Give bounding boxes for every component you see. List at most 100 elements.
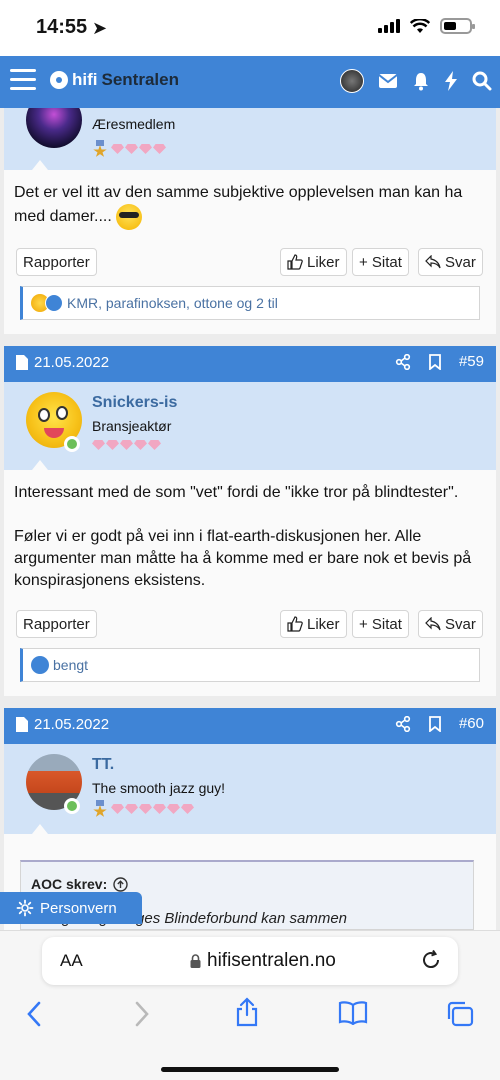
reply-button[interactable]: Svar bbox=[418, 248, 483, 276]
gem-icon bbox=[111, 804, 124, 814]
online-indicator bbox=[64, 436, 80, 452]
gem-icon bbox=[139, 144, 152, 154]
battery-icon bbox=[440, 18, 475, 34]
tabs-icon[interactable] bbox=[446, 1001, 474, 1027]
lightning-icon[interactable] bbox=[444, 71, 458, 91]
reactions-bar[interactable]: bengt bbox=[20, 648, 480, 682]
like-button[interactable]: Liker bbox=[280, 610, 347, 638]
post-number[interactable]: #60 bbox=[459, 715, 484, 732]
gem-icon bbox=[167, 804, 180, 814]
address-bar[interactable]: AA hifisentralen.no bbox=[42, 937, 458, 985]
site-header: hifi Sentralen bbox=[0, 56, 500, 108]
post-actions: #60 bbox=[395, 715, 484, 732]
logo-disc-icon bbox=[50, 71, 68, 89]
wifi-icon bbox=[410, 18, 430, 33]
post-header: 21.05.2022 #59 bbox=[4, 346, 496, 382]
thread-content[interactable]: Æresmedlem Det er vel itt av den samme s… bbox=[0, 108, 500, 930]
online-indicator bbox=[64, 798, 80, 814]
share-icon[interactable] bbox=[395, 715, 411, 732]
arrow-up-circle-icon[interactable] bbox=[113, 876, 128, 892]
status-bar: 14:55 ➤ bbox=[0, 0, 500, 56]
gear-icon bbox=[16, 899, 34, 917]
post-date[interactable]: 21.05.2022 bbox=[16, 354, 109, 371]
post-message: Interessant med de som "vet" fordi de "i… bbox=[14, 484, 472, 589]
bookmark-icon[interactable] bbox=[429, 353, 441, 370]
user-badges bbox=[92, 440, 161, 450]
reply-icon bbox=[425, 255, 441, 269]
browser-nav bbox=[0, 997, 500, 1031]
user-block-arrow bbox=[32, 160, 48, 170]
quote-button[interactable]: + Sitat bbox=[352, 248, 409, 276]
gem-icon bbox=[148, 440, 161, 450]
address-url[interactable]: hifisentralen.no bbox=[190, 950, 336, 972]
search-icon[interactable] bbox=[472, 71, 492, 91]
post: Æresmedlem Det er vel itt av den samme s… bbox=[4, 108, 496, 334]
menu-icon[interactable] bbox=[10, 69, 36, 93]
thumbs-up-icon bbox=[287, 254, 303, 270]
header-actions bbox=[340, 69, 492, 93]
thumbs-up-icon bbox=[287, 616, 303, 632]
envelope-icon[interactable] bbox=[378, 73, 398, 89]
reply-button[interactable]: Svar bbox=[418, 610, 483, 638]
username[interactable]: Snickers-is bbox=[92, 394, 177, 412]
bell-icon[interactable] bbox=[412, 72, 430, 91]
user-title: The smooth jazz guy! bbox=[92, 780, 226, 796]
post-message: Det er vel itt av den samme subjektive o… bbox=[14, 182, 484, 230]
gem-icon bbox=[92, 440, 105, 450]
post-number[interactable]: #59 bbox=[459, 353, 484, 370]
sunglasses-emoji-icon bbox=[116, 204, 143, 230]
status-time: 14:55 bbox=[36, 16, 88, 38]
share-icon[interactable] bbox=[395, 353, 411, 370]
document-icon bbox=[16, 717, 28, 732]
bookmark-icon[interactable] bbox=[429, 715, 441, 732]
user-badges bbox=[92, 140, 166, 158]
post-user-block: Æresmedlem bbox=[4, 108, 496, 170]
username[interactable]: TT. bbox=[92, 756, 114, 774]
post-date[interactable]: 21.05.2022 bbox=[16, 716, 109, 733]
reader-options-button[interactable]: AA bbox=[60, 951, 83, 971]
home-indicator bbox=[161, 1067, 339, 1072]
gem-icon bbox=[125, 804, 138, 814]
share-sheet-icon[interactable] bbox=[234, 997, 260, 1027]
user-title: Bransjeaktør bbox=[92, 418, 172, 434]
logo-text-2: Sentralen bbox=[101, 70, 179, 89]
cellular-signal-icon bbox=[378, 19, 400, 33]
gem-icon bbox=[139, 804, 152, 814]
user-title: Æresmedlem bbox=[92, 116, 176, 132]
post-user-block: TT. The smooth jazz guy! bbox=[4, 744, 496, 834]
user-block-arrow bbox=[32, 460, 48, 470]
location-arrow-icon: ➤ bbox=[92, 18, 108, 38]
post-user-block: Snickers-is Bransjeaktør bbox=[4, 382, 496, 470]
gem-icon bbox=[106, 440, 119, 450]
user-block-arrow bbox=[32, 824, 48, 834]
bookmarks-icon[interactable] bbox=[338, 1001, 368, 1025]
privacy-button[interactable]: Personvern bbox=[0, 892, 142, 924]
post-actions: #59 bbox=[395, 353, 484, 370]
like-button[interactable]: Liker bbox=[280, 248, 347, 276]
gem-icon bbox=[120, 440, 133, 450]
medal-icon bbox=[92, 800, 108, 818]
forward-icon[interactable] bbox=[134, 1001, 150, 1027]
reactions-bar[interactable]: KMR, parafinoksen, ottone og 2 til bbox=[20, 286, 480, 320]
quote-header: AOC skrev: bbox=[31, 876, 128, 892]
gem-icon bbox=[125, 144, 138, 154]
report-button[interactable]: Rapporter bbox=[16, 248, 97, 276]
like-reaction-icon bbox=[45, 294, 63, 312]
post: 21.05.2022 #59 Snickers-is Bransjeaktør bbox=[4, 346, 496, 696]
back-icon[interactable] bbox=[26, 1001, 42, 1027]
account-avatar[interactable] bbox=[340, 69, 364, 93]
document-icon bbox=[16, 355, 28, 370]
gem-icon bbox=[111, 144, 124, 154]
post-header: 21.05.2022 #60 bbox=[4, 708, 496, 744]
like-reaction-icon bbox=[31, 656, 49, 674]
gem-icon bbox=[153, 144, 166, 154]
logo-text-1: hifi bbox=[72, 70, 98, 89]
quote-button[interactable]: + Sitat bbox=[352, 610, 409, 638]
reload-icon[interactable] bbox=[420, 949, 442, 971]
gem-icon bbox=[181, 804, 194, 814]
site-logo[interactable]: hifi Sentralen bbox=[50, 70, 179, 90]
avatar[interactable] bbox=[26, 108, 82, 148]
reactions-text: bengt bbox=[53, 657, 89, 673]
report-button[interactable]: Rapporter bbox=[16, 610, 97, 638]
user-badges bbox=[92, 800, 194, 818]
